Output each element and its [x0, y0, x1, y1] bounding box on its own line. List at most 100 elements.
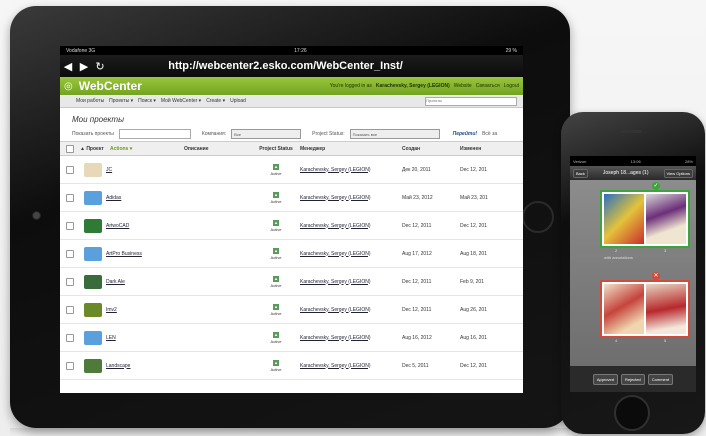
row-checkbox[interactable] — [66, 333, 74, 342]
manager-link[interactable]: Karachevsky, Sergey (LEGION) — [300, 195, 402, 201]
table-row[interactable]: LEN ▲ Active Karachevsky, Sergey (LEGION) Au… — [60, 324, 523, 352]
project-name-link[interactable]: LEN — [106, 335, 184, 341]
manager-link[interactable]: Karachevsky, Sergey (LEGION) — [300, 363, 402, 369]
rejected-button[interactable]: Rejected — [620, 373, 645, 385]
table-row[interactable]: Landscape ▲ Active Karachevsky, Sergey (LEG… — [60, 352, 523, 380]
project-name-link[interactable]: Landscape — [106, 363, 184, 369]
table-header: ▲ Проект Actions ▾ Описание Project Stat… — [60, 141, 523, 156]
row-checkbox[interactable] — [66, 165, 74, 174]
approved-button[interactable]: Approved — [592, 373, 618, 385]
row-checkbox[interactable] — [66, 249, 74, 258]
project-name-link[interactable]: ArtwoCAD — [106, 223, 184, 229]
select-all-checkbox[interactable] — [66, 144, 74, 153]
project-name-link[interactable]: Adidas — [106, 195, 184, 201]
carrier-text: Vodafone 3G — [66, 47, 96, 54]
project-thumbnail-icon[interactable] — [84, 302, 102, 317]
project-thumbnail-icon[interactable] — [84, 162, 102, 177]
project-thumbnail-icon[interactable] — [84, 246, 102, 261]
created-date: Dec 12, 2011 — [402, 306, 432, 313]
table-row[interactable]: ArtwoCAD ▲ Active Karachevsky, Sergey (LEGI… — [60, 212, 523, 240]
quick-search-input[interactable]: Проекты — [425, 96, 517, 106]
phone-nav-bar: Back Joseph 18...ages (1) View Options — [570, 166, 696, 180]
manager-link[interactable]: Karachevsky, Sergey (LEGION) — [300, 307, 402, 313]
project-name-link[interactable]: Dark Ale — [106, 279, 184, 285]
webcenter-logo[interactable]: WebCenter — [79, 79, 142, 93]
address-bar[interactable]: http://webcenter2.esko.com/WebCenter_Ins… — [108, 60, 463, 72]
phone-status-bar: Verizon 13:06 28% — [570, 156, 696, 166]
project-name-link[interactable]: Imv2 — [106, 307, 184, 313]
table-row[interactable]: ArtPro Business ▲ Active Karachevsky, Serge… — [60, 240, 523, 268]
col-manager[interactable]: Менеджер — [300, 146, 402, 152]
user-name[interactable]: Karachevsky, Sergey (LEGION) — [376, 83, 450, 89]
project-name-link[interactable]: ArtPro Business — [106, 251, 184, 257]
phone-home-button[interactable] — [614, 395, 650, 431]
menu-my-work[interactable]: Мои работы — [76, 98, 104, 104]
comment-button[interactable]: Comment — [647, 373, 674, 385]
status-icon: ▲ — [273, 359, 279, 366]
col-status[interactable]: Project Status — [252, 146, 300, 152]
project-name-link[interactable]: JC — [106, 167, 184, 173]
project-status: ▲ Active — [252, 359, 300, 372]
manager-link[interactable]: Karachevsky, Sergey (LEGION) — [300, 335, 402, 341]
project-thumbnail-icon[interactable] — [84, 358, 102, 373]
modified-date: Dec 12, 201 — [460, 222, 487, 229]
manager-link[interactable]: Karachevsky, Sergey (LEGION) — [300, 223, 402, 229]
table-row[interactable]: JC ▲ Active Karachevsky, Sergey (LEGION) Дек… — [60, 156, 523, 184]
created-date: Dec 12, 2011 — [402, 278, 432, 285]
project-thumbnail-icon[interactable] — [84, 330, 102, 345]
status-select[interactable]: Показать все — [349, 129, 440, 139]
link-website[interactable]: Website — [454, 83, 472, 89]
link-contact[interactable]: Связаться — [476, 83, 500, 89]
project-thumbnail-icon[interactable] — [84, 190, 102, 205]
created-date: Aug 16, 2012 — [402, 334, 432, 341]
project-thumbnail-icon[interactable] — [84, 218, 102, 233]
col-actions[interactable]: Actions ▾ — [110, 146, 184, 152]
view-options-button[interactable]: View Options — [663, 168, 693, 178]
phone-back-button[interactable]: Back — [573, 168, 588, 178]
status-text: Active — [270, 198, 282, 204]
spread-rejected[interactable] — [600, 280, 690, 338]
modified-date: Aug 16, 201 — [460, 334, 487, 341]
back-arrow-icon[interactable]: ◀ — [60, 60, 76, 73]
page-thumb — [646, 194, 686, 244]
company-select[interactable]: Все — [231, 129, 302, 139]
phone-battery: 28% — [684, 158, 693, 164]
webcenter-header: ◎ WebCenter You're logged in as Karachev… — [60, 77, 523, 95]
col-created[interactable]: Создан — [402, 146, 460, 152]
menu-projects[interactable]: Проекты ▾ — [109, 98, 133, 104]
status-icon: ▲ — [273, 163, 279, 170]
menu-my-webcenter[interactable]: Мой WebCenter ▾ — [161, 98, 201, 104]
filter-text-input[interactable] — [118, 129, 191, 139]
menu-search[interactable]: Поиск ▾ — [138, 98, 156, 104]
reload-icon[interactable]: ↻ — [92, 60, 108, 73]
table-row[interactable]: Dark Ale ▲ Active Karachevsky, Sergey (LEGI… — [60, 268, 523, 296]
page-thumb — [646, 284, 686, 334]
row-checkbox[interactable] — [66, 277, 74, 286]
table-row[interactable]: Adidas ▲ Active Karachevsky, Sergey (LEGION… — [60, 184, 523, 212]
menu-create[interactable]: Create ▾ — [206, 98, 225, 104]
manager-link[interactable]: Karachevsky, Sergey (LEGION) — [300, 167, 402, 173]
row-checkbox[interactable] — [66, 221, 74, 230]
manager-link[interactable]: Karachevsky, Sergey (LEGION) — [300, 279, 402, 285]
manager-link[interactable]: Karachevsky, Sergey (LEGION) — [300, 251, 402, 257]
table-row[interactable]: Imv2 ▲ Active Karachevsky, Sergey (LEGION) D… — [60, 296, 523, 324]
project-thumbnail-icon[interactable] — [84, 274, 102, 289]
phone-screen: Verizon 13:06 28% Back Joseph 18...ages … — [570, 156, 696, 392]
phone-carrier: Verizon — [573, 158, 587, 164]
page-thumb — [604, 284, 644, 334]
row-checkbox[interactable] — [66, 361, 74, 370]
tablet-home-button[interactable] — [522, 201, 554, 233]
spread-approved[interactable] — [600, 190, 690, 248]
row-checkbox[interactable] — [66, 193, 74, 202]
status-text: Active — [270, 226, 282, 232]
col-description[interactable]: Описание — [184, 146, 252, 152]
phone-device: Verizon 13:06 28% Back Joseph 18...ages … — [561, 112, 705, 434]
forward-arrow-icon[interactable]: ▶ — [76, 60, 92, 73]
menu-upload[interactable]: Upload — [230, 98, 246, 104]
col-modified[interactable]: Изменен — [460, 146, 510, 152]
row-checkbox[interactable] — [66, 305, 74, 314]
link-logout[interactable]: Logout — [504, 83, 519, 89]
modified-date: Dec 12, 201 — [460, 362, 487, 369]
go-button[interactable]: Перейти! — [453, 131, 477, 137]
col-project[interactable]: ▲ Проект — [80, 146, 110, 152]
